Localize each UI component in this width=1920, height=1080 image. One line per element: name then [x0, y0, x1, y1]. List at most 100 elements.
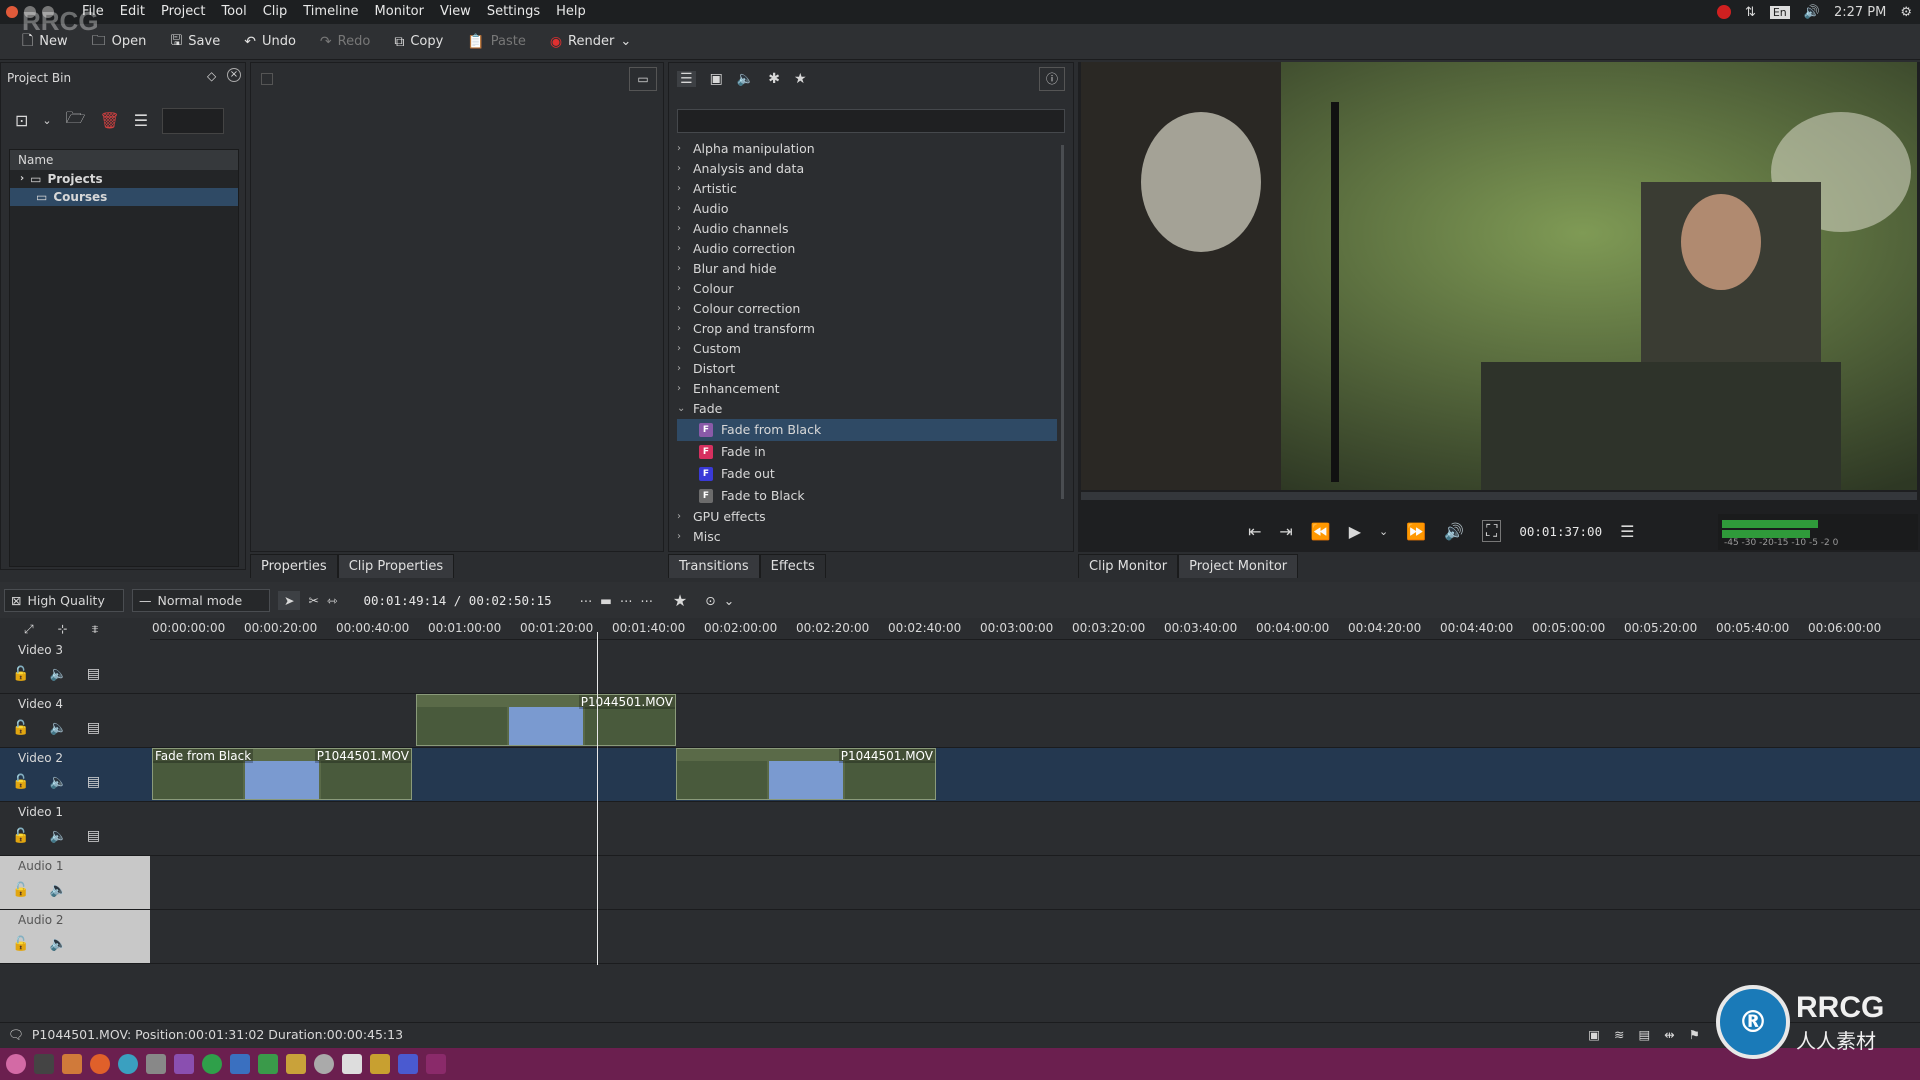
firefox-icon[interactable] — [90, 1054, 110, 1074]
tab-transitions[interactable]: Transitions — [668, 554, 760, 578]
chevron-right-icon[interactable]: › — [677, 239, 687, 259]
fast-forward-icon[interactable]: ⏩ — [1406, 522, 1426, 541]
split-compare-icon[interactable]: ▭ — [629, 67, 657, 91]
bin-folder-courses[interactable]: ▭ Courses — [10, 188, 238, 206]
effect-item[interactable]: F Fade to Black — [677, 485, 1057, 507]
maximize-window-icon[interactable] — [42, 6, 54, 18]
archive-icon[interactable] — [146, 1054, 166, 1074]
chevron-right-icon[interactable]: › — [677, 339, 687, 359]
new-button[interactable]: 🗋 New — [12, 26, 78, 58]
volume-icon[interactable]: 🔊 — [1804, 5, 1820, 20]
effect-category[interactable]: › Crop and transform — [677, 319, 1057, 339]
open-button[interactable]: 🗀 Open — [82, 26, 157, 58]
mute-icon[interactable]: 🔈 — [49, 774, 66, 790]
menu-edit[interactable]: Edit — [112, 0, 153, 24]
menu-file[interactable]: File — [74, 0, 112, 24]
insert-icon[interactable]: ⋯ — [580, 593, 593, 608]
clip-v2b[interactable]: P1044501.MOV — [676, 748, 936, 800]
effect-item[interactable]: F Fade from Black — [677, 419, 1057, 441]
spreadsheet-icon[interactable] — [258, 1054, 278, 1074]
spacer-tool-icon[interactable]: ⇿ — [327, 593, 337, 608]
set-in-point-icon[interactable]: ⇤ — [1248, 522, 1261, 541]
chevron-right-icon[interactable]: › — [677, 159, 687, 179]
playhead[interactable] — [597, 632, 598, 965]
record-indicator-icon[interactable] — [1716, 5, 1731, 19]
clip-v4[interactable]: P1044501.MOV — [416, 694, 676, 746]
menu-icon[interactable]: ☰ — [134, 111, 148, 130]
effect-category[interactable]: › Audio channels — [677, 219, 1057, 239]
snap-icon[interactable]: ⩨ — [92, 622, 99, 637]
float-panel-icon[interactable]: ◇ — [207, 69, 216, 83]
set-out-point-icon[interactable]: ⇥ — [1279, 522, 1292, 541]
mute-icon[interactable]: 🔈 — [49, 666, 66, 682]
render-button[interactable]: ◉ Render ⌄ — [540, 30, 641, 54]
chevron-right-icon[interactable]: › — [20, 170, 24, 188]
lock-icon[interactable]: 🔓 — [12, 720, 29, 736]
spotify-icon[interactable] — [202, 1054, 222, 1074]
tab-project-monitor[interactable]: Project Monitor — [1178, 554, 1299, 578]
lock-icon[interactable]: 🔓 — [12, 774, 29, 790]
settings-icon[interactable] — [314, 1054, 334, 1074]
chevron-right-icon[interactable]: › — [677, 507, 687, 527]
lane-audio-1[interactable] — [150, 856, 1920, 910]
mute-icon[interactable]: 🔈 — [49, 720, 66, 736]
chevron-right-icon[interactable]: › — [677, 279, 687, 299]
effects-search-input[interactable] — [677, 109, 1065, 133]
save-button[interactable]: 🖫 Save — [160, 26, 230, 58]
chevron-right-icon[interactable]: › — [677, 379, 687, 399]
editor-icon[interactable] — [286, 1054, 306, 1074]
hide-video-icon[interactable]: ▤ — [87, 774, 100, 790]
lane-video-2[interactable]: Fade from Black P1044501.MOV P1044501.MO… — [150, 748, 1920, 802]
menu-help[interactable]: Help — [548, 0, 594, 24]
split-icon[interactable]: ⇹ — [1664, 1027, 1674, 1042]
add-clip-icon[interactable]: ⊡ — [15, 111, 28, 130]
chevron-right-icon[interactable]: › — [677, 219, 687, 239]
effect-category[interactable]: › Analysis and data — [677, 159, 1057, 179]
bin-folder-projects[interactable]: › ▭ Projects — [10, 170, 238, 188]
menu-settings[interactable]: Settings — [479, 0, 548, 24]
image-viewer-icon[interactable] — [342, 1054, 362, 1074]
keyboard-layout[interactable]: En — [1769, 5, 1790, 19]
tab-clip-properties[interactable]: Clip Properties — [337, 554, 455, 578]
zoom-select-icon[interactable]: ⊹ — [58, 622, 68, 636]
effect-category[interactable]: › GPU effects — [677, 507, 1057, 527]
track-header-video-1[interactable]: Video 1 🔓 🔈 ▤ — [0, 802, 150, 856]
effect-category[interactable]: › Audio — [677, 199, 1057, 219]
paste-button[interactable]: 📋 Paste — [457, 30, 536, 54]
effect-item[interactable]: F Fade in — [677, 441, 1057, 463]
film-icon[interactable]: ▤ — [1638, 1027, 1650, 1042]
thumbnails-icon[interactable]: ▣ — [1588, 1027, 1600, 1042]
waveform-icon[interactable]: ≋ — [1614, 1027, 1624, 1042]
effect-category[interactable]: › Custom — [677, 339, 1057, 359]
chevron-down-icon[interactable]: ⌄ — [677, 399, 687, 419]
menu-timeline[interactable]: Timeline — [295, 0, 366, 24]
lane-video-4[interactable]: P1044501.MOV — [150, 694, 1920, 748]
undo-button[interactable]: ↶ Undo — [234, 30, 306, 54]
custom-effects-icon[interactable]: ✱ — [768, 71, 780, 87]
menu-view[interactable]: View — [432, 0, 479, 24]
volume-icon[interactable]: 🔊 — [1444, 522, 1464, 541]
timeline-ruler[interactable]: 00:00:00:00 00:00:20:00 00:00:40:00 00:01:0… — [150, 618, 1920, 640]
network-icon[interactable]: ⇅ — [1745, 5, 1756, 20]
rewind-icon[interactable]: ⏪ — [1311, 522, 1331, 541]
mute-icon[interactable]: 🔈 — [49, 936, 66, 952]
lock-icon[interactable]: 🔓 — [12, 828, 29, 844]
chevron-right-icon[interactable]: › — [677, 299, 687, 319]
lane-video-3[interactable] — [150, 640, 1920, 694]
effect-category[interactable]: › Alpha manipulation — [677, 139, 1057, 159]
column-header-name[interactable]: Name — [10, 150, 238, 170]
clip-v2a[interactable]: Fade from Black P1044501.MOV — [152, 748, 412, 800]
effect-category[interactable]: › Audio correction — [677, 239, 1057, 259]
chevron-right-icon[interactable]: › — [677, 199, 687, 219]
chevron-right-icon[interactable]: › — [677, 139, 687, 159]
menu-project[interactable]: Project — [153, 0, 213, 24]
lane-video-1[interactable] — [150, 802, 1920, 856]
close-window-icon[interactable] — [6, 6, 18, 18]
app-icon[interactable] — [426, 1054, 446, 1074]
monitor-scrub-bar[interactable] — [1081, 492, 1917, 500]
marker-icon[interactable]: ⚑ — [1689, 1027, 1700, 1042]
browser-icon[interactable] — [118, 1054, 138, 1074]
hide-video-icon[interactable]: ▤ — [87, 828, 100, 844]
favorite-star-icon[interactable]: ★ — [673, 591, 687, 610]
menu-clip[interactable]: Clip — [255, 0, 296, 24]
